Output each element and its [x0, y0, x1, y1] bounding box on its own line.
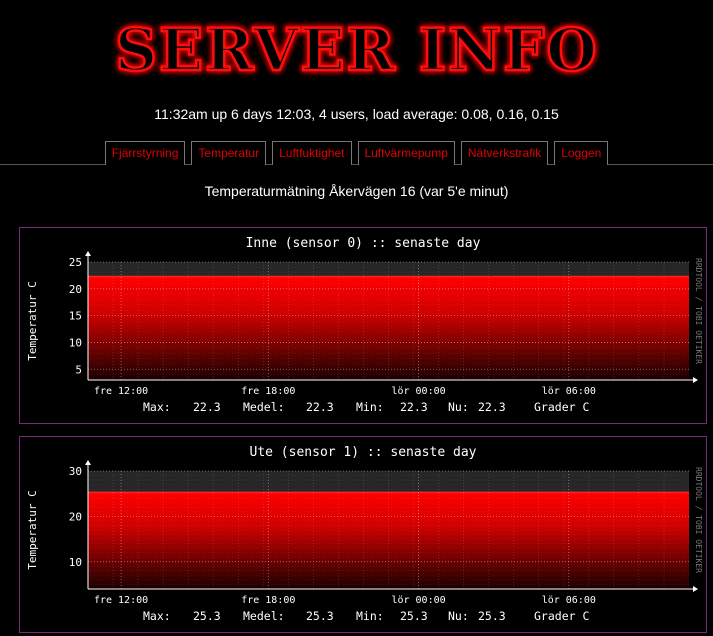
main-nav: Fjärrstyrning Temperatur Luftfuktighet L… [0, 141, 713, 165]
nav-loggen[interactable]: Loggen [554, 141, 609, 165]
nav-temperatur[interactable]: Temperatur [191, 141, 267, 165]
x-tick-label: lör 00:00 [391, 386, 445, 397]
stat-min: 22.3 [400, 400, 428, 414]
stat-max-label: Max: [143, 609, 171, 623]
x-tick-label: lör 06:00 [542, 386, 596, 397]
y-tick-label: 5 [75, 363, 82, 376]
stat-now: 22.3 [478, 400, 506, 414]
stat-min-label: Min: [356, 609, 384, 623]
nav-natverkstrafik[interactable]: Nätverkstrafik [460, 141, 549, 165]
uptime-status: 11:32am up 6 days 12:03, 4 users, load a… [154, 106, 559, 122]
watermark: RRDTOOL / TOBI OETIKER [694, 258, 703, 364]
y-axis-label: Temperatur C [26, 281, 39, 360]
stat-avg-label: Medel: [243, 609, 285, 623]
stat-avg: 25.3 [306, 609, 334, 623]
graph-svg: Inne (sensor 0) :: senaste day5 10 15 20 25f… [26, 236, 703, 414]
x-tick-label: lör 00:00 [391, 595, 445, 606]
y-axis-label: Temperatur C [26, 490, 39, 569]
y-tick-label: 10 [69, 336, 82, 349]
stat-now-label: Nu: [448, 609, 469, 623]
x-tick-label: fre 18:00 [241, 595, 295, 606]
stat-now-label: Nu: [448, 400, 469, 414]
y-tick-label: 30 [69, 465, 82, 478]
x-tick-label: fre 12:00 [94, 595, 148, 606]
graph-title: Inne (sensor 0) :: senaste day [246, 236, 481, 251]
y-tick-label: 10 [69, 556, 82, 569]
graph-inne: Inne (sensor 0) :: senaste day5 10 15 20 25f… [19, 227, 707, 424]
stat-avg-label: Medel: [243, 400, 285, 414]
y-tick-label: 15 [69, 310, 82, 323]
watermark: RRDTOOL / TOBI OETIKER [694, 467, 703, 573]
logo-text: SERVER INFO [115, 16, 599, 84]
nav-fjarrstyrning[interactable]: Fjärrstyrning [104, 141, 186, 165]
x-tick-label: fre 18:00 [241, 386, 295, 397]
x-tick-label: fre 12:00 [94, 386, 148, 397]
stat-max-label: Max: [143, 400, 171, 414]
stat-unit: Grader C [534, 400, 589, 414]
y-tick-label: 20 [69, 283, 82, 296]
graph-title: Ute (sensor 1) :: senaste day [250, 445, 477, 460]
stat-max: 25.3 [193, 609, 221, 623]
stat-avg: 22.3 [306, 400, 334, 414]
x-axis-arrow [693, 586, 698, 592]
stat-unit: Grader C [534, 609, 589, 623]
stat-max: 22.3 [193, 400, 221, 414]
y-tick-label: 20 [69, 510, 82, 523]
stat-min: 25.3 [400, 609, 428, 623]
y-axis-arrow [85, 460, 91, 465]
site-logo: SERVER INFO [114, 15, 599, 86]
graph-svg: Ute (sensor 1) :: senaste day10 20 30fre 1… [26, 445, 703, 623]
x-tick-label: lör 06:00 [542, 595, 596, 606]
graph-ute: Ute (sensor 1) :: senaste day10 20 30fre 1… [19, 436, 707, 633]
nav-luftfuktighet[interactable]: Luftfuktighet [272, 141, 352, 165]
y-tick-label: 25 [69, 256, 82, 269]
stat-now: 25.3 [478, 609, 506, 623]
stat-min-label: Min: [356, 400, 384, 414]
page-subtitle: Temperaturmätning Åkervägen 16 (var 5'e … [204, 183, 509, 199]
y-axis-arrow [85, 251, 91, 256]
x-axis-arrow [693, 377, 698, 383]
nav-luftvarmepump[interactable]: Luftvärmepump [357, 141, 455, 165]
